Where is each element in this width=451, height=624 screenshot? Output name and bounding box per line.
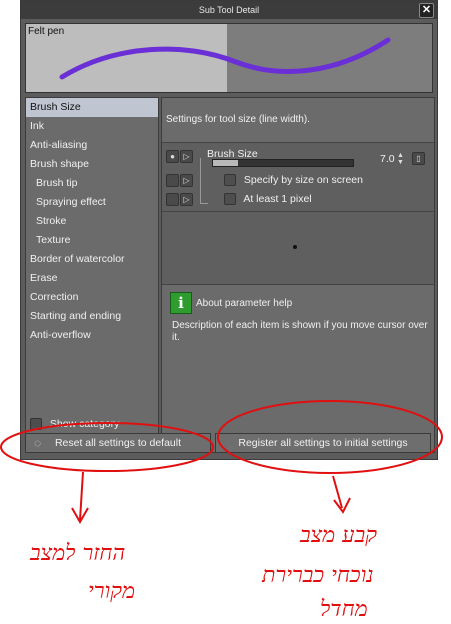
brush-tip-preview bbox=[162, 212, 434, 285]
category-item[interactable]: Brush shape bbox=[26, 155, 158, 174]
size-settings-icon[interactable]: ▯ bbox=[412, 152, 425, 165]
reset-all-settings-button[interactable]: ◌ Reset all settings to default bbox=[25, 433, 211, 453]
specify-size-checkbox[interactable] bbox=[224, 174, 236, 187]
least-pixel-option[interactable]: At least 1 pixel bbox=[224, 193, 312, 206]
parameter-help: i About parameter help Description of ea… bbox=[162, 286, 434, 452]
category-item[interactable]: Erase bbox=[26, 269, 158, 288]
show-category-checkbox[interactable] bbox=[30, 418, 42, 431]
category-list: Brush Size Ink Anti-aliasing Brush shape Bru… bbox=[25, 97, 159, 453]
help-title: About parameter help bbox=[196, 298, 293, 309]
stroke-preview-canvas bbox=[59, 37, 391, 80]
category-item[interactable]: Stroke bbox=[26, 212, 158, 231]
register-initial-settings-button[interactable]: Register all settings to initial setting… bbox=[215, 433, 431, 453]
window-title: Sub Tool Detail bbox=[198, 5, 260, 15]
category-item[interactable]: Ink bbox=[26, 117, 158, 136]
brush-size-settings: ● ▷ ▷ ▷ Brush Size 7.0 ▲ ▼ ▯ Specify by s… bbox=[162, 142, 434, 212]
close-icon[interactable]: ✕ bbox=[419, 3, 434, 18]
settings-panel: Settings for tool size (line width). ● ▷… bbox=[161, 97, 435, 453]
category-item[interactable]: Texture bbox=[26, 231, 158, 250]
annotation-text-left-1: החזר למצב bbox=[30, 541, 126, 566]
expand-arrow-icon[interactable]: ▷ bbox=[180, 193, 193, 206]
annotation-arrow-left bbox=[71, 471, 89, 525]
specify-size-option[interactable]: Specify by size on screen bbox=[224, 174, 363, 187]
sub-tool-detail-window: Sub Tool Detail ✕ Felt pen Brush Size Ink… bbox=[20, 0, 438, 460]
category-item[interactable]: Anti-overflow bbox=[26, 326, 158, 345]
category-item[interactable]: Border of watercolor bbox=[26, 250, 158, 269]
toggle-icon[interactable] bbox=[166, 193, 179, 206]
info-icon: i bbox=[170, 292, 192, 314]
reset-button-label: Reset all settings to default bbox=[54, 437, 182, 449]
brush-size-slider[interactable] bbox=[212, 159, 354, 167]
reset-icon: ◌ bbox=[34, 436, 42, 450]
eye-icon[interactable]: ● bbox=[166, 150, 179, 163]
category-item[interactable]: Correction bbox=[26, 288, 158, 307]
category-item[interactable]: Starting and ending bbox=[26, 307, 158, 326]
spinner-icon[interactable]: ▲ ▼ bbox=[397, 152, 408, 166]
stroke-preview: Felt pen bbox=[25, 23, 433, 93]
annotation-text-right-1: קבע מצב bbox=[300, 523, 377, 548]
least-pixel-checkbox[interactable] bbox=[224, 193, 236, 206]
show-category-option[interactable]: Show category bbox=[30, 418, 120, 431]
category-item[interactable]: Anti-aliasing bbox=[26, 136, 158, 155]
show-category-label: Show category bbox=[49, 418, 120, 430]
annotation-text-right-2: נוכחי כברירת bbox=[262, 563, 374, 588]
brush-size-value[interactable]: 7.0 bbox=[380, 153, 395, 165]
register-button-label: Register all settings to initial setting… bbox=[238, 437, 408, 449]
expand-arrow-icon[interactable]: ▷ bbox=[180, 174, 193, 187]
annotation-arrow-right bbox=[332, 475, 351, 514]
category-item[interactable]: Brush tip bbox=[26, 174, 158, 193]
specify-size-label: Specify by size on screen bbox=[243, 174, 363, 186]
brush-tip-dot bbox=[293, 245, 297, 249]
category-item[interactable]: Brush Size bbox=[26, 98, 158, 117]
least-pixel-label: At least 1 pixel bbox=[243, 193, 312, 205]
annotation-text-right-3: מחדל bbox=[320, 597, 368, 622]
toggle-icon[interactable] bbox=[166, 174, 179, 187]
category-item[interactable]: Spraying effect bbox=[26, 193, 158, 212]
brush-size-slider-fill bbox=[213, 160, 239, 166]
help-text: Description of each item is shown if you… bbox=[172, 320, 428, 343]
tree-connector bbox=[200, 158, 208, 204]
brush-stroke bbox=[59, 37, 391, 80]
settings-description: Settings for tool size (line width). bbox=[166, 114, 310, 125]
expand-arrow-icon[interactable]: ▷ bbox=[180, 150, 193, 163]
annotation-text-left-2: מקורי bbox=[88, 579, 136, 604]
window-titlebar[interactable]: Sub Tool Detail ✕ bbox=[21, 1, 437, 19]
